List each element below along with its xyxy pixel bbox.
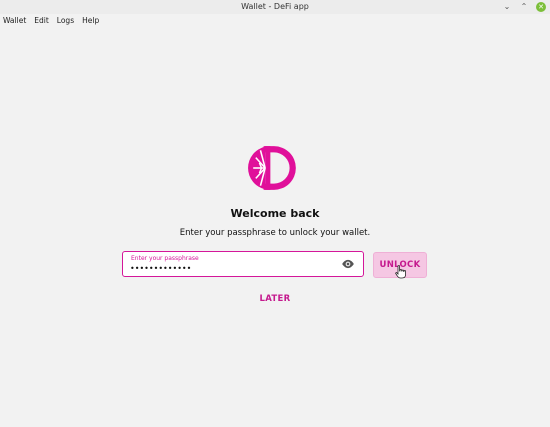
close-icon[interactable]: ✕ bbox=[536, 2, 546, 12]
later-button[interactable]: LATER bbox=[0, 294, 550, 304]
menu-edit[interactable]: Edit bbox=[34, 14, 49, 27]
maximize-icon[interactable]: ⌃ bbox=[519, 2, 529, 12]
window-title: Wallet - DeFi app bbox=[241, 2, 309, 11]
hand-pointer-icon bbox=[395, 265, 406, 279]
window-controls: ⌄ ⌃ ✕ bbox=[502, 2, 546, 12]
menu-bar: Wallet Edit Logs Help bbox=[0, 14, 550, 27]
title-bar: Wallet - DeFi app ⌄ ⌃ ✕ bbox=[0, 0, 550, 15]
menu-help[interactable]: Help bbox=[82, 14, 99, 27]
unlock-instructions: Enter your passphrase to unlock your wal… bbox=[179, 228, 371, 238]
eye-icon[interactable] bbox=[340, 257, 356, 271]
menu-logs[interactable]: Logs bbox=[57, 14, 74, 27]
defichain-logo-icon bbox=[248, 146, 296, 190]
passphrase-field[interactable]: Enter your passphrase bbox=[122, 251, 364, 277]
welcome-heading: Welcome back bbox=[230, 207, 320, 220]
menu-wallet[interactable]: Wallet bbox=[3, 14, 26, 27]
minimize-icon[interactable]: ⌄ bbox=[502, 2, 512, 12]
passphrase-label: Enter your passphrase bbox=[131, 255, 199, 262]
passphrase-input[interactable] bbox=[130, 263, 330, 274]
